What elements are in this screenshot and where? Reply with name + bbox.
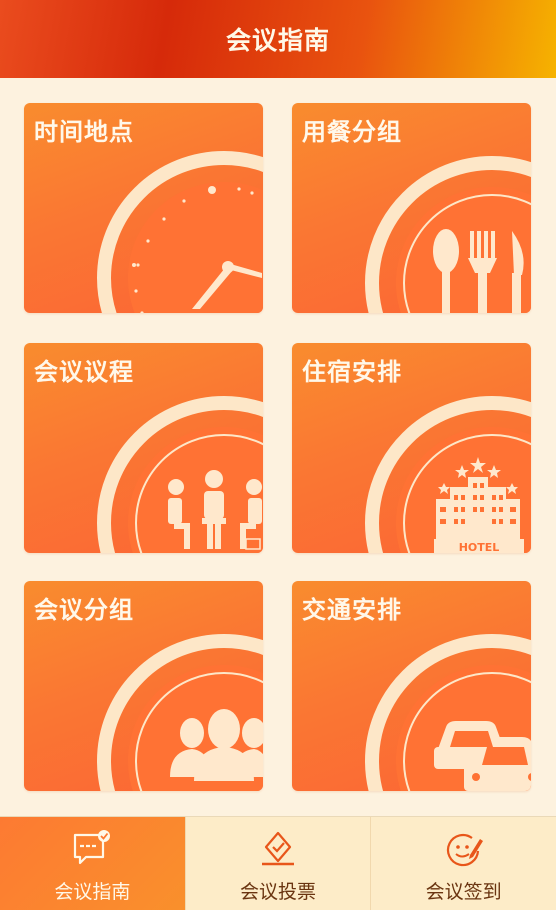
car-icon [365, 634, 531, 791]
header-bar: 会议指南 [0, 0, 556, 78]
meeting-icon [97, 396, 263, 553]
tile-time-place[interactable]: 时间地点 [24, 103, 263, 313]
tab-guide[interactable]: 会议指南 [0, 817, 185, 910]
tab-label: 会议签到 [425, 881, 502, 903]
tile-agenda[interactable]: 会议议程 [24, 343, 263, 553]
tab-label: 会议指南 [54, 881, 131, 903]
hotel-sign: HOTEL [459, 541, 500, 553]
tile-groups[interactable]: 会议分组 [24, 581, 263, 791]
guide-chat-icon [74, 830, 111, 865]
hotel-icon: HOTEL [365, 396, 531, 553]
tab-label: 会议投票 [240, 881, 317, 903]
tile-lodging[interactable]: 住宿安排 HOTEL [292, 343, 531, 553]
vote-icon [262, 831, 294, 866]
tile-dining[interactable]: 用餐分组 [292, 103, 531, 313]
page-title: 会议指南 [225, 26, 330, 55]
clock-icon [97, 151, 263, 313]
tile-transport[interactable]: 交通安排 [292, 581, 531, 791]
signin-icon [446, 833, 483, 867]
bottom-tab-bar: 会议指南 会议投票 会议签到 [0, 816, 556, 910]
cutlery-icon [365, 156, 531, 313]
tab-signin[interactable]: 会议签到 [370, 817, 556, 910]
group-icon [97, 634, 263, 791]
tab-vote[interactable]: 会议投票 [184, 817, 371, 910]
